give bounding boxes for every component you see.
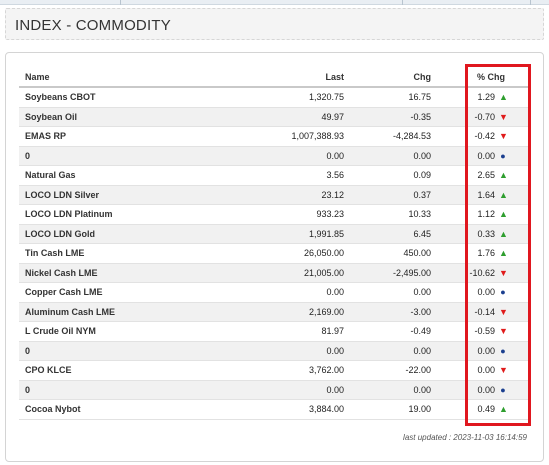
last-value: 3.56 — [326, 170, 344, 180]
tab-divider — [120, 0, 121, 5]
table-row[interactable]: CPO KLCE 3,762.00 -22.00 0.00 ▼ — [19, 361, 531, 381]
table-row[interactable]: Nickel Cash LME 21,005.00 -2,495.00 -10.62 ▼ — [19, 263, 531, 283]
last-value: 933.23 — [316, 209, 344, 219]
commodity-name[interactable]: LOCO LDN Gold — [25, 225, 95, 244]
table-row[interactable]: L Crude Oil NYM 81.97 -0.49 -0.59 ▼ — [19, 322, 531, 342]
change-value: -2,495.00 — [392, 267, 431, 278]
commodity-name[interactable]: Nickel Cash LME — [25, 264, 98, 283]
column-header-last[interactable]: Last — [325, 65, 344, 89]
section-header: INDEX - COMMODITY — [5, 8, 544, 40]
commodity-name[interactable]: 0 — [25, 381, 30, 400]
last-value: 3,884.00 — [308, 404, 344, 414]
last-value: 26,050.00 — [303, 248, 344, 258]
table-row[interactable]: 0 0.00 0.00 0.00 ● — [19, 380, 531, 400]
last-value: 0.00 — [326, 287, 344, 297]
last-updated-text: last updated : 2023-11-03 16:14:59 — [403, 433, 527, 442]
table-row[interactable]: EMAS RP 1,007,388.93 -4,284.53 -0.42 ▼ — [19, 127, 531, 147]
tab-divider — [530, 0, 531, 5]
commodity-name[interactable]: LOCO LDN Platinum — [25, 205, 113, 224]
table-row[interactable]: Soybeans CBOT 1,320.75 16.75 1.29 ▲ — [19, 88, 531, 108]
last-value: 21,005.00 — [303, 267, 344, 278]
table-row[interactable]: LOCO LDN Platinum 933.23 10.33 1.12 ▲ — [19, 205, 531, 225]
change-value: 16.75 — [408, 92, 431, 102]
table-header-row: Name Last Chg % Chg — [19, 65, 531, 88]
commodity-panel: Name Last Chg % Chg Soybeans CBOT 1,320.7… — [5, 52, 544, 462]
last-value: 3,762.00 — [308, 365, 344, 375]
pct-chg-highlight-box — [465, 64, 531, 426]
commodity-name[interactable]: 0 — [25, 342, 30, 361]
table-row[interactable]: 0 0.00 0.00 0.00 ● — [19, 341, 531, 361]
commodity-name[interactable]: Natural Gas — [25, 166, 76, 185]
table-row[interactable]: 0 0.00 0.00 0.00 ● — [19, 146, 531, 166]
commodity-name[interactable]: Soybeans CBOT — [25, 88, 96, 107]
change-value: 0.00 — [413, 384, 431, 395]
change-value: 6.45 — [413, 228, 431, 239]
change-value: 0.09 — [413, 170, 431, 180]
page-title: INDEX - COMMODITY — [15, 17, 171, 34]
change-value: 0.00 — [413, 150, 431, 161]
commodity-name[interactable]: L Crude Oil NYM — [25, 322, 96, 341]
change-value: 0.00 — [413, 345, 431, 356]
last-value: 1,991.85 — [308, 228, 344, 239]
last-value: 2,169.00 — [308, 306, 344, 317]
change-value: 0.37 — [413, 189, 431, 200]
column-header-name[interactable]: Name — [25, 65, 50, 89]
last-value: 81.97 — [321, 326, 344, 336]
last-value: 1,320.75 — [308, 92, 344, 102]
table-row[interactable]: Cocoa Nybot 3,884.00 19.00 0.49 ▲ — [19, 400, 531, 420]
table-row[interactable]: Copper Cash LME 0.00 0.00 0.00 ● — [19, 283, 531, 303]
commodity-name[interactable]: Tin Cash LME — [25, 244, 84, 263]
last-value: 0.00 — [326, 384, 344, 395]
change-value: -0.35 — [410, 111, 431, 122]
table-body: Soybeans CBOT 1,320.75 16.75 1.29 ▲ Soybean O… — [19, 88, 531, 420]
change-value: 19.00 — [408, 404, 431, 414]
commodity-name[interactable]: LOCO LDN Silver — [25, 186, 99, 205]
change-value: 450.00 — [403, 248, 431, 258]
top-tab-strip — [0, 0, 549, 5]
commodity-name[interactable]: Cocoa Nybot — [25, 400, 81, 419]
column-header-chg[interactable]: Chg — [414, 65, 432, 89]
table-row[interactable]: LOCO LDN Gold 1,991.85 6.45 0.33 ▲ — [19, 224, 531, 244]
last-value: 23.12 — [321, 189, 344, 200]
commodity-name[interactable]: Soybean Oil — [25, 108, 77, 127]
commodity-name[interactable]: Copper Cash LME — [25, 283, 103, 302]
commodity-name[interactable]: EMAS RP — [25, 127, 66, 146]
last-value: 1,007,388.93 — [291, 131, 344, 141]
change-value: 0.00 — [413, 287, 431, 297]
change-value: -0.49 — [410, 326, 431, 336]
table-row[interactable]: Natural Gas 3.56 0.09 2.65 ▲ — [19, 166, 531, 186]
table-row[interactable]: LOCO LDN Silver 23.12 0.37 1.64 ▲ — [19, 185, 531, 205]
tab-divider — [402, 0, 403, 5]
commodity-name[interactable]: 0 — [25, 147, 30, 166]
table-row[interactable]: Soybean Oil 49.97 -0.35 -0.70 ▼ — [19, 107, 531, 127]
last-value: 0.00 — [326, 150, 344, 161]
change-value: -3.00 — [410, 306, 431, 317]
commodity-name[interactable]: CPO KLCE — [25, 361, 72, 380]
table-row[interactable]: Tin Cash LME 26,050.00 450.00 1.76 ▲ — [19, 244, 531, 264]
change-value: -4,284.53 — [392, 131, 431, 141]
change-value: 10.33 — [408, 209, 431, 219]
commodity-name[interactable]: Aluminum Cash LME — [25, 303, 115, 322]
last-value: 0.00 — [326, 345, 344, 356]
change-value: -22.00 — [405, 365, 431, 375]
table-row[interactable]: Aluminum Cash LME 2,169.00 -3.00 -0.14 ▼ — [19, 302, 531, 322]
last-value: 49.97 — [321, 111, 344, 122]
commodity-table: Name Last Chg % Chg Soybeans CBOT 1,320.7… — [19, 65, 531, 420]
